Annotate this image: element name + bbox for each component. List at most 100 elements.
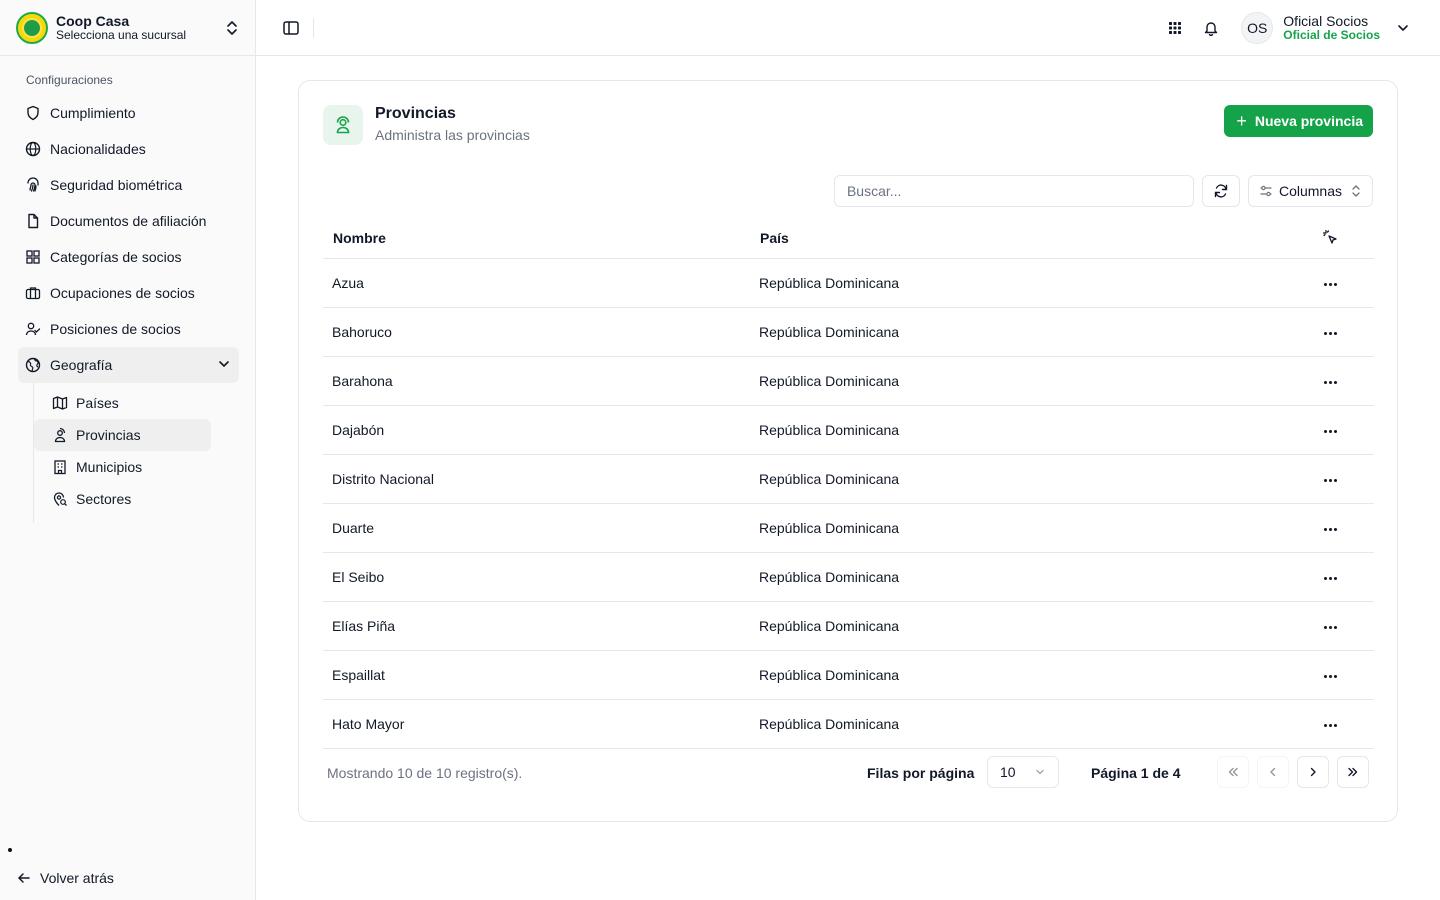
sidebar: Coop Casa Selecciona una sucursal Config…: [0, 0, 256, 900]
last-page-button[interactable]: [1337, 756, 1369, 788]
table-row[interactable]: El Seibo República Dominicana: [323, 552, 1374, 602]
apps-button[interactable]: [1157, 10, 1193, 46]
table-row[interactable]: Espaillat República Dominicana: [323, 650, 1374, 700]
arrow-left-icon: [18, 873, 30, 883]
sliders-icon: [1259, 184, 1273, 198]
sidebar-item-label: Municipios: [76, 459, 143, 475]
cell-actions: [1286, 258, 1374, 308]
cell-actions: [1286, 405, 1374, 455]
branch-switcher[interactable]: Coop Casa Selecciona una sucursal: [0, 0, 255, 56]
sidebar-item-label: Categorías de socios: [50, 249, 182, 265]
back-label: Volver atrás: [40, 870, 114, 886]
cell-pais: República Dominicana: [750, 552, 1286, 602]
sidebar-item-categorias[interactable]: Categorías de socios: [0, 239, 239, 275]
user-name: Oficial Socios: [1283, 13, 1369, 30]
next-page-button[interactable]: [1297, 756, 1329, 788]
sidebar-item-seguridad-biometrica[interactable]: Seguridad biométrica: [0, 167, 239, 203]
map-pin-user-icon: [323, 105, 363, 145]
more-horizontal-icon[interactable]: [1318, 375, 1343, 390]
more-horizontal-icon[interactable]: [1318, 571, 1343, 586]
cell-nombre: Barahona: [323, 356, 750, 406]
prev-page-button[interactable]: [1257, 756, 1289, 788]
chevrons-up-down-icon: [1350, 184, 1362, 198]
table-row[interactable]: Distrito Nacional República Dominicana: [323, 454, 1374, 504]
table-row[interactable]: Hato Mayor República Dominicana: [323, 699, 1374, 749]
chevrons-up-down-icon[interactable]: [225, 19, 239, 37]
cell-pais: República Dominicana: [750, 650, 1286, 700]
cell-nombre: El Seibo: [323, 552, 750, 602]
table-row[interactable]: Bahoruco República Dominicana: [323, 307, 1374, 357]
brand-title: Coop Casa: [56, 12, 130, 29]
more-horizontal-icon[interactable]: [1318, 620, 1343, 635]
table-row[interactable]: Duarte República Dominicana: [323, 503, 1374, 553]
first-page-button[interactable]: [1217, 756, 1249, 788]
bell-icon: [1205, 22, 1218, 36]
cell-actions: [1286, 699, 1374, 749]
sidebar-item-label: Provincias: [76, 427, 141, 443]
cell-pais: República Dominicana: [750, 699, 1286, 749]
records-count: Mostrando 10 de 10 registro(s).: [327, 765, 523, 781]
shield-icon: [24, 104, 42, 122]
sidebar-item-sectores[interactable]: Sectores: [34, 483, 211, 515]
more-horizontal-icon[interactable]: [1318, 669, 1343, 684]
more-horizontal-icon[interactable]: [1318, 522, 1343, 537]
more-horizontal-icon[interactable]: [1318, 718, 1343, 733]
provincias-card: Provincias Administra las provincias + N…: [298, 80, 1398, 822]
cell-nombre: Dajabón: [323, 405, 750, 455]
cell-pais: República Dominicana: [750, 454, 1286, 504]
more-horizontal-icon[interactable]: [1318, 473, 1343, 488]
sidebar-item-label: Ocupaciones de socios: [50, 285, 195, 301]
user-info[interactable]: Oficial Socios Oficial de Socios: [1283, 13, 1380, 43]
sidebar-item-cumplimiento[interactable]: Cumplimiento: [0, 95, 239, 131]
sidebar-item-nacionalidades[interactable]: Nacionalidades: [0, 131, 239, 167]
chevron-down-icon[interactable]: [1396, 21, 1410, 35]
table-footer: Mostrando 10 de 10 registro(s). Filas po…: [327, 755, 1369, 789]
cell-nombre: Azua: [323, 258, 750, 308]
columns-button[interactable]: Columnas: [1247, 175, 1373, 207]
sidebar-item-label: Cumplimiento: [50, 105, 136, 121]
refresh-button[interactable]: [1201, 175, 1240, 207]
search-input[interactable]: [833, 175, 1194, 207]
grid-icon: [24, 248, 42, 266]
table-row[interactable]: Elías Piña República Dominicana: [323, 601, 1374, 651]
sparkle-cursor-icon: [1322, 229, 1337, 244]
users-icon: [24, 320, 42, 338]
sidebar-group-geografia[interactable]: Geografía: [18, 347, 239, 383]
cell-actions: [1286, 454, 1374, 504]
table-row[interactable]: Barahona República Dominicana: [323, 356, 1374, 406]
column-header-actions: [1286, 219, 1374, 259]
more-horizontal-icon[interactable]: [1318, 326, 1343, 341]
cell-nombre: Bahoruco: [323, 307, 750, 357]
column-header-pais[interactable]: País: [750, 219, 1286, 259]
new-provincia-button[interactable]: + Nueva provincia: [1224, 105, 1373, 137]
more-horizontal-icon[interactable]: [1318, 424, 1343, 439]
sidebar-section-label: Configuraciones: [26, 73, 113, 87]
cell-pais: República Dominicana: [750, 258, 1286, 308]
sidebar-group-label: Geografía: [50, 357, 113, 373]
rows-per-page-select[interactable]: 10: [987, 756, 1059, 788]
sidebar-item-label: Posiciones de socios: [50, 321, 181, 337]
table-row[interactable]: Dajabón República Dominicana: [323, 405, 1374, 455]
chevron-left-icon: [1270, 767, 1276, 777]
cell-nombre: Distrito Nacional: [323, 454, 750, 504]
back-button[interactable]: Volver atrás: [16, 870, 114, 886]
avatar[interactable]: OS: [1241, 12, 1274, 44]
column-header-nombre[interactable]: Nombre: [323, 219, 750, 259]
table-header-row: Nombre País: [323, 219, 1374, 259]
sidebar-item-ocupaciones[interactable]: Ocupaciones de socios: [0, 275, 239, 311]
sidebar-item-documentos[interactable]: Documentos de afiliación: [0, 203, 239, 239]
rows-per-page-label: Filas por página: [867, 765, 975, 781]
sidebar-item-posiciones[interactable]: Posiciones de socios: [0, 311, 239, 347]
sidebar-item-paises[interactable]: Países: [34, 387, 211, 419]
cell-pais: República Dominicana: [750, 307, 1286, 357]
page-info: Página 1 de 4: [1091, 765, 1181, 781]
notifications-button[interactable]: [1193, 10, 1229, 46]
panel-left-icon[interactable]: [282, 19, 300, 37]
coop-logo: [16, 11, 48, 44]
more-horizontal-icon[interactable]: [1318, 277, 1343, 292]
sidebar-item-provincias[interactable]: Provincias: [34, 419, 211, 451]
map-icon: [52, 395, 68, 411]
sidebar-item-municipios[interactable]: Municipios: [34, 451, 211, 483]
table-row[interactable]: Azua República Dominicana: [323, 258, 1374, 308]
map-pin-user-icon: [52, 427, 68, 443]
